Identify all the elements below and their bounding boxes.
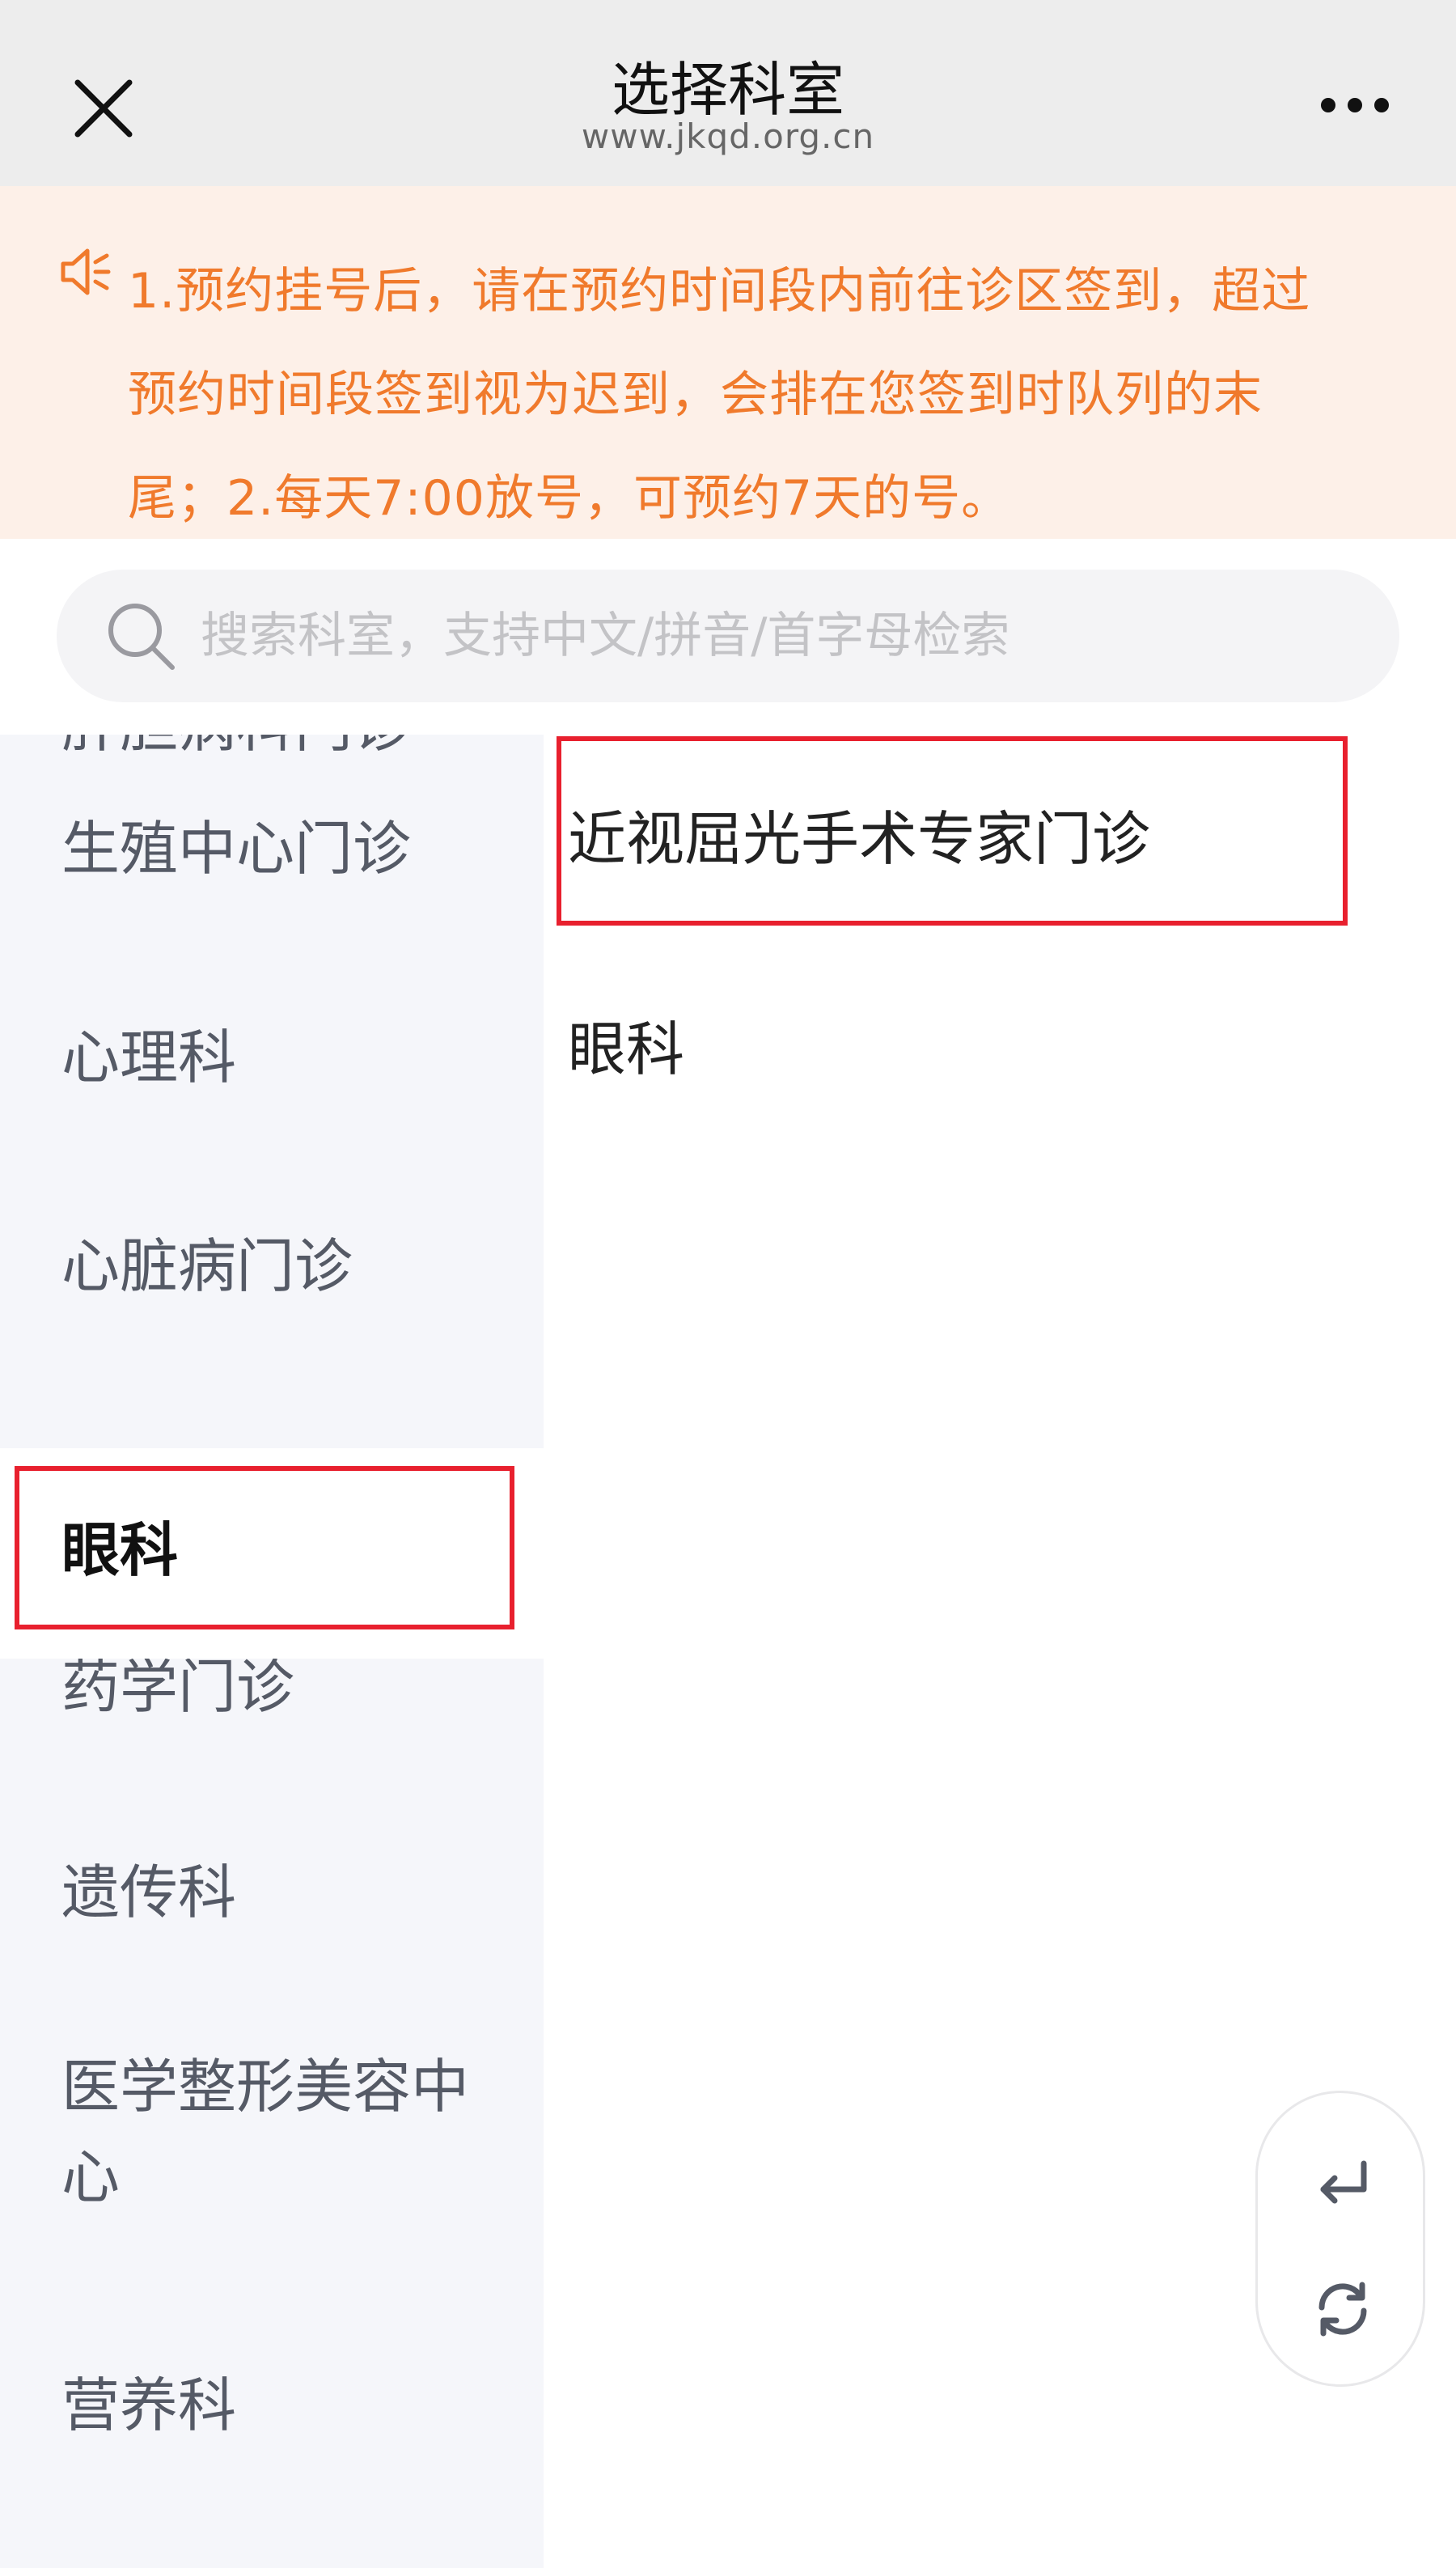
sub-department-item[interactable]: 近视屈光手术专家门诊 [568,791,1150,876]
return-arrow-icon [1320,2160,1367,2204]
sub-department-label: 眼科 [568,1015,685,1083]
top-navbar: 选择科室 www.jkqd.org.cn [0,0,1456,186]
department-item-selected-overlay[interactable]: 眼科 [0,1481,544,1620]
back-button[interactable] [1294,2142,1391,2231]
department-item[interactable]: 遗传科 [0,1788,544,1997]
department-label: 营养科 [61,2371,237,2439]
notice-line: 预约时间段签到视为迟到，会排在您签到时队列的末 [128,367,1263,423]
department-label: 生殖中心门诊 [61,815,412,883]
department-item[interactable]: 生殖中心门诊 [0,744,544,953]
refresh-icon [1318,2282,1367,2337]
floating-action-panel [1255,2091,1425,2387]
notice-line: 尾；2.每天7:00放号，可预约7天的号。 [128,470,1011,527]
page-url: www.jkqd.org.cn [581,117,875,156]
more-icon [1321,98,1389,112]
department-item[interactable]: 营养科 [0,2304,544,2507]
refresh-button[interactable] [1294,2265,1391,2354]
search-icon [100,595,181,676]
search-input[interactable] [199,595,1331,676]
department-item[interactable]: 心脏病门诊 [0,1162,544,1371]
sub-department-label: 近视屈光手术专家门诊 [568,805,1151,873]
department-item[interactable]: 心理科 [0,953,544,1162]
page-title: 选择科室 [611,56,844,124]
department-item[interactable]: 医学整形美容中心 [0,1997,544,2267]
more-button[interactable] [1310,73,1399,138]
speaker-icon [61,248,111,295]
department-label: 医学整形美容中心 [61,2053,470,2211]
department-label: 眼科 [61,1516,179,1584]
department-label: 遗传科 [61,1858,237,1926]
search-bar[interactable] [57,570,1399,702]
sub-department-item[interactable]: 眼科 [568,1002,684,1087]
notice-text: 1.预约挂号后，请在预约时间段内前往诊区签到，超过 预约时间段签到视为迟到，会排… [128,239,1373,550]
search-section [0,539,1456,735]
notice-line: 1.预约挂号后，请在预约时间段内前往诊区签到，超过 [128,263,1311,320]
department-label: 心理科 [61,1023,237,1091]
department-label: 心脏病门诊 [61,1232,353,1300]
